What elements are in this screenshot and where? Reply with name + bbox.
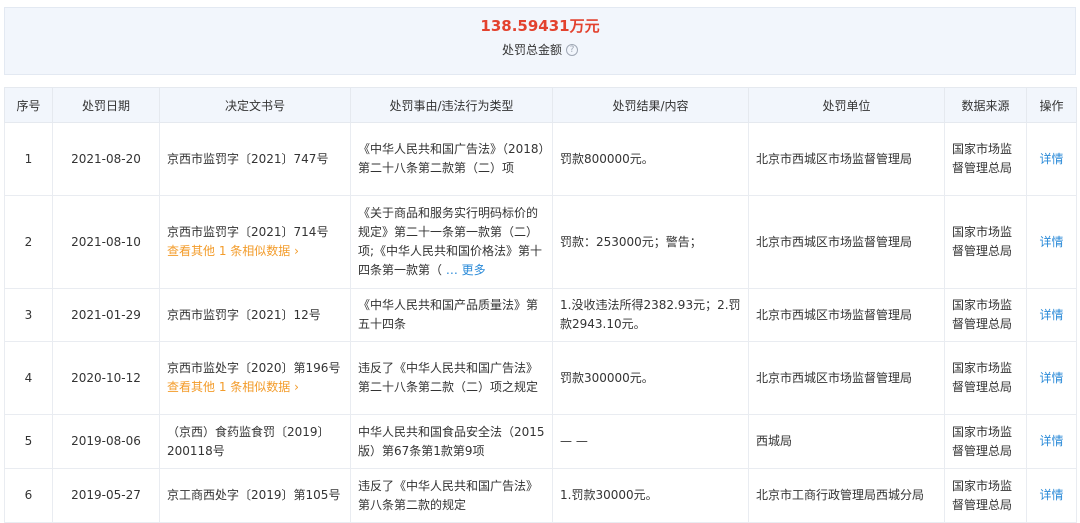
row-source: 国家市场监督管理总局: [944, 195, 1027, 289]
row-reason: 《中华人民共和国产品质量法》第五十四条: [350, 288, 553, 342]
row-date: 2020-10-12: [52, 341, 160, 415]
row-unit: 北京市工商行政管理局西城分局: [748, 468, 945, 523]
header-action: 操作: [1026, 87, 1077, 123]
row-result: 1.罚款30000元。: [552, 468, 749, 523]
row-action: 详情: [1026, 122, 1077, 196]
header-result: 处罚结果/内容: [552, 87, 749, 123]
reason-text: 违反了《中华人民共和国广告法》第二十八条第二款（二）项之规定: [358, 361, 539, 394]
row-date: 2019-05-27: [52, 468, 160, 523]
row-result: 罚款：253000元；警告；: [552, 195, 749, 289]
row-date: 2021-01-29: [52, 288, 160, 342]
table-header-row: 序号 处罚日期 决定文书号 处罚事由/违法行为类型 处罚结果/内容 处罚单位 数…: [4, 87, 1077, 123]
header-date: 处罚日期: [52, 87, 160, 123]
row-date: 2021-08-20: [52, 122, 160, 196]
doc-number-text: 京西市监罚字〔2021〕714号: [167, 225, 329, 239]
row-source: 国家市场监督管理总局: [944, 288, 1027, 342]
row-date: 2021-08-10: [52, 195, 160, 289]
table-row: 4 2020-10-12 京西市监处字〔2020〕第196号 查看其他 1 条相…: [4, 341, 1077, 415]
row-reason: 《关于商品和服务实行明码标价的规定》第二十一条第一款第（二）项;《中华人民共和国…: [350, 195, 553, 289]
details-link[interactable]: 详情: [1039, 308, 1063, 322]
header-source: 数据来源: [944, 87, 1027, 123]
row-doc-number: （京西）食药监食罚〔2019〕200118号: [159, 414, 351, 469]
doc-number-text: （京西）食药监食罚〔2019〕200118号: [167, 424, 330, 458]
row-reason: 《中华人民共和国广告法》（2018）第二十八条第二款第（二）项: [350, 122, 553, 196]
row-no: 1: [4, 122, 53, 196]
details-link[interactable]: 详情: [1039, 488, 1063, 502]
row-action: 详情: [1026, 414, 1077, 469]
row-date: 2019-08-06: [52, 414, 160, 469]
table-row: 3 2021-01-29 京西市监罚字〔2021〕12号 《中华人民共和国产品质…: [4, 288, 1077, 342]
row-unit: 北京市西城区市场监督管理局: [748, 341, 945, 415]
row-result: — —: [552, 414, 749, 469]
row-action: 详情: [1026, 288, 1077, 342]
doc-number-text: 京西市监罚字〔2021〕12号: [167, 307, 321, 322]
header-no: 序号: [4, 87, 53, 123]
reason-text: 《中华人民共和国广告法》（2018）第二十八条第二款第（二）项: [358, 142, 545, 175]
row-action: 详情: [1026, 195, 1077, 289]
row-no: 2: [4, 195, 53, 289]
reason-text: 中华人民共和国食品安全法（2015版）第67条第1款第9项: [358, 424, 545, 458]
details-link[interactable]: 详情: [1039, 235, 1063, 249]
row-no: 3: [4, 288, 53, 342]
row-action: 详情: [1026, 341, 1077, 415]
doc-number-text: 京工商西处字〔2019〕第105号: [167, 488, 341, 502]
row-source: 国家市场监督管理总局: [944, 468, 1027, 523]
total-penalty-amount: 138.59431万元: [480, 17, 600, 35]
row-doc-number: 京西市监罚字〔2021〕12号: [159, 288, 351, 342]
total-penalty-label: 处罚总金额: [501, 43, 562, 57]
more-link[interactable]: … 更多: [446, 263, 486, 277]
table-row: 1 2021-08-20 京西市监罚字〔2021〕747号 《中华人民共和国广告…: [4, 122, 1077, 196]
header-doc-number: 决定文书号: [159, 87, 351, 123]
row-no: 4: [4, 341, 53, 415]
table-row: 6 2019-05-27 京工商西处字〔2019〕第105号 违反了《中华人民共…: [4, 468, 1077, 523]
doc-number-text: 京西市监罚字〔2021〕747号: [167, 151, 329, 166]
row-reason: 违反了《中华人民共和国广告法》第八条第二款的规定: [350, 468, 553, 523]
row-unit: 北京市西城区市场监督管理局: [748, 122, 945, 196]
row-reason: 违反了《中华人民共和国广告法》第二十八条第二款（二）项之规定: [350, 341, 553, 415]
header-reason: 处罚事由/违法行为类型: [350, 87, 553, 123]
table-row: 2 2021-08-10 京西市监罚字〔2021〕714号 查看其他 1 条相似…: [4, 195, 1077, 289]
row-action: 详情: [1026, 468, 1077, 523]
help-icon[interactable]: ?: [566, 44, 578, 56]
row-doc-number: 京西市监罚字〔2021〕714号 查看其他 1 条相似数据 ›: [159, 195, 351, 289]
details-link[interactable]: 详情: [1039, 371, 1063, 385]
row-source: 国家市场监督管理总局: [944, 414, 1027, 469]
row-doc-number: 京西市监处字〔2020〕第196号 查看其他 1 条相似数据 ›: [159, 341, 351, 415]
row-doc-number: 京西市监罚字〔2021〕747号: [159, 122, 351, 196]
reason-text: 《中华人民共和国产品质量法》第五十四条: [358, 298, 539, 331]
row-unit: 西城局: [748, 414, 945, 469]
table-row: 5 2019-08-06 （京西）食药监食罚〔2019〕200118号 中华人民…: [4, 414, 1077, 469]
row-no: 5: [4, 414, 53, 469]
details-link[interactable]: 详情: [1039, 152, 1063, 166]
row-result: 罚款800000元。: [552, 122, 749, 196]
penalty-summary-panel: 138.59431万元 处罚总金额 ?: [4, 7, 1076, 75]
reason-text: 违反了《中华人民共和国广告法》第八条第二款的规定: [358, 478, 539, 512]
row-source: 国家市场监督管理总局: [944, 122, 1027, 196]
row-unit: 北京市西城区市场监督管理局: [748, 288, 945, 342]
total-penalty-label-row: 处罚总金额 ?: [5, 41, 1075, 59]
similar-data-link[interactable]: 查看其他 1 条相似数据 ›: [167, 242, 343, 261]
penalty-table: 序号 处罚日期 决定文书号 处罚事由/违法行为类型 处罚结果/内容 处罚单位 数…: [4, 87, 1077, 523]
row-reason: 中华人民共和国食品安全法（2015版）第67条第1款第9项: [350, 414, 553, 469]
similar-data-link[interactable]: 查看其他 1 条相似数据 ›: [167, 378, 343, 397]
row-doc-number: 京工商西处字〔2019〕第105号: [159, 468, 351, 523]
row-source: 国家市场监督管理总局: [944, 341, 1027, 415]
row-result: 罚款300000元。: [552, 341, 749, 415]
details-link[interactable]: 详情: [1039, 434, 1063, 448]
row-unit: 北京市西城区市场监督管理局: [748, 195, 945, 289]
doc-number-text: 京西市监处字〔2020〕第196号: [167, 361, 341, 375]
header-unit: 处罚单位: [748, 87, 945, 123]
row-result: 1.没收违法所得2382.93元；2.罚款2943.10元。: [552, 288, 749, 342]
row-no: 6: [4, 468, 53, 523]
